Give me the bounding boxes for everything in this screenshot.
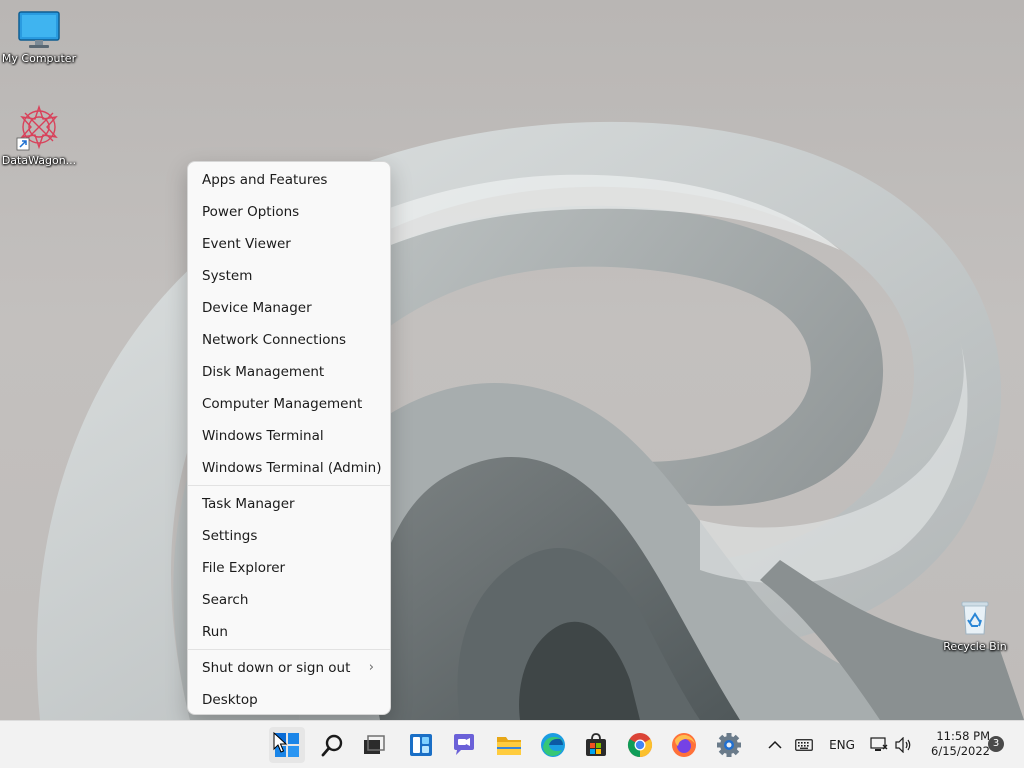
notification-badge[interactable]: 3 <box>988 736 1004 752</box>
chevron-up-icon <box>768 740 782 749</box>
recycle-bin-icon <box>961 601 989 635</box>
edge-button[interactable] <box>535 727 571 763</box>
menu-item-settings[interactable]: Settings <box>188 520 390 552</box>
wallpaper-image <box>36 121 1024 720</box>
menu-item-event-viewer[interactable]: Event Viewer <box>188 228 390 260</box>
taskbar: ENG 11:58 PM 6/15/2022 <box>0 720 1024 768</box>
teams-chat-icon <box>454 734 474 755</box>
widgets-button[interactable] <box>403 727 439 763</box>
clock-date: 6/15/2022 <box>931 744 990 758</box>
store-icon <box>586 733 606 756</box>
menu-item-disk-management[interactable]: Disk Management <box>188 356 390 388</box>
chrome-button[interactable] <box>622 727 658 763</box>
network-status-button[interactable] <box>868 721 890 768</box>
edge-icon <box>541 733 565 757</box>
speaker-icon <box>895 736 911 753</box>
clock-button[interactable]: 11:58 PM 6/15/2022 <box>920 729 990 759</box>
menu-item-device-manager[interactable]: Device Manager <box>188 292 390 324</box>
widgets-icon <box>410 734 432 756</box>
settings-button[interactable] <box>711 727 747 763</box>
keyboard-icon <box>795 738 813 751</box>
desktop-icon-recycle-bin[interactable]: Recycle Bin <box>935 598 1015 654</box>
volume-button[interactable] <box>893 721 915 768</box>
desktop-icon-datawagon[interactable]: DataWagon... <box>0 104 79 168</box>
search-icon <box>321 734 343 757</box>
desktop-icon-label: Recycle Bin <box>943 640 1007 653</box>
menu-item-apps-and-features[interactable]: Apps and Features <box>188 164 390 196</box>
menu-item-run[interactable]: Run <box>188 616 390 648</box>
clock-time: 11:58 PM <box>936 729 990 743</box>
menu-separator <box>188 485 390 486</box>
settings-gear-icon <box>717 733 741 757</box>
menu-item-search[interactable]: Search <box>188 584 390 616</box>
store-button[interactable] <box>578 727 614 763</box>
task-view-button[interactable] <box>356 727 392 763</box>
task-view-icon <box>364 735 385 754</box>
menu-item-windows-terminal-admin[interactable]: Windows Terminal (Admin) <box>188 452 390 484</box>
chevron-right-icon: › <box>368 660 374 675</box>
menu-item-computer-management[interactable]: Computer Management <box>188 388 390 420</box>
chat-button[interactable] <box>446 727 482 763</box>
monitor-icon <box>18 11 60 48</box>
show-hidden-icons-button[interactable] <box>764 721 786 768</box>
menu-item-label: Shut down or sign out <box>202 660 351 676</box>
file-explorer-icon <box>497 737 521 755</box>
desktop[interactable]: My Computer DataWagon... Recycle Bin App… <box>0 0 1024 720</box>
menu-item-windows-terminal[interactable]: Windows Terminal <box>188 420 390 452</box>
firefox-icon <box>672 733 696 757</box>
menu-item-shut-down-or-sign-out[interactable]: Shut down or sign out › <box>188 652 390 684</box>
input-language-button[interactable]: ENG <box>824 721 860 768</box>
firefox-button[interactable] <box>666 727 702 763</box>
desktop-icon-my-computer[interactable]: My Computer <box>0 10 79 66</box>
menu-separator <box>188 649 390 650</box>
mouse-cursor-icon <box>273 732 287 753</box>
desktop-icon-label: DataWagon... <box>1 154 77 167</box>
desktop-icon-label: My Computer <box>1 52 77 65</box>
menu-item-power-options[interactable]: Power Options <box>188 196 390 228</box>
menu-item-network-connections[interactable]: Network Connections <box>188 324 390 356</box>
menu-item-task-manager[interactable]: Task Manager <box>188 488 390 520</box>
datawagon-icon <box>16 104 58 151</box>
menu-item-file-explorer[interactable]: File Explorer <box>188 552 390 584</box>
winx-context-menu: Apps and Features Power Options Event Vi… <box>187 161 391 715</box>
touch-keyboard-button[interactable] <box>791 721 817 768</box>
menu-item-system[interactable]: System <box>188 260 390 292</box>
network-icon <box>870 736 888 751</box>
file-explorer-button[interactable] <box>491 727 527 763</box>
menu-item-desktop[interactable]: Desktop <box>188 684 390 716</box>
search-button[interactable] <box>315 727 351 763</box>
chrome-icon <box>627 733 653 757</box>
